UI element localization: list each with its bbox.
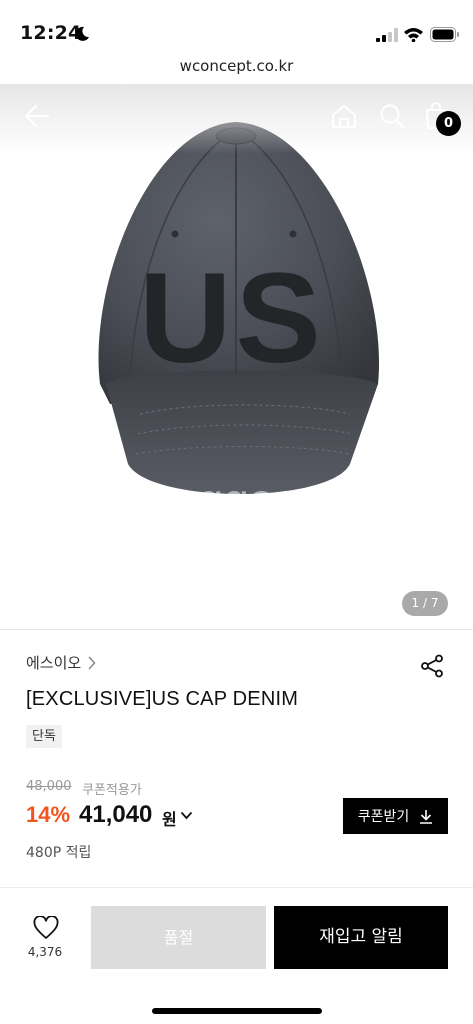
url-text: wconcept.co.kr [179,57,294,75]
soldout-button[interactable]: 품절 [91,906,266,969]
product-image[interactable]: US onggoon [0,84,473,630]
download-coupon-button[interactable]: 쿠폰받기 [343,798,448,834]
status-time: 12:24 [20,22,82,44]
exclusive-tag: 단독 [26,725,62,748]
wishlist-count: 4,376 [27,945,63,959]
original-price: 48,000 [26,779,72,794]
chevron-down-icon[interactable] [180,811,193,820]
image-page-indicator: 1 / 7 [402,591,448,616]
home-indicator [152,1008,322,1014]
discount-rate: 14% [26,802,71,827]
reward-points: 480P 적립 [26,845,92,861]
sale-price: 41,040 [79,801,153,828]
coupon-button-label: 쿠폰받기 [357,809,410,825]
signal-icon [376,28,398,42]
product-image-carousel[interactable]: US onggoon 0 1 / 7 [0,84,473,630]
cap-embroidery-text: US [139,247,325,390]
search-icon[interactable] [379,103,405,129]
brand-name: 에스이오 [26,654,82,672]
currency-unit: 원 [162,810,177,829]
url-bar[interactable]: wconcept.co.kr [0,52,473,84]
home-icon[interactable] [330,103,358,129]
chevron-right-icon [88,655,96,670]
wishlist-button[interactable] [28,915,64,944]
share-icon[interactable] [420,654,444,678]
divider [0,629,473,630]
wifi-icon [404,28,423,42]
cart-count-badge[interactable]: 0 [436,111,461,136]
heart-icon [33,915,59,939]
product-title: [EXCLUSIVE]US CAP DENIM [26,688,299,710]
brand-link[interactable]: 에스이오 [26,652,96,673]
divider [0,887,473,888]
coupon-price-label: 쿠폰적용가 [82,783,142,798]
status-bar: 12:24 [0,0,473,52]
back-arrow-icon[interactable] [24,103,50,129]
svg-text:onggoon: onggoon [146,474,325,526]
restock-alert-button[interactable]: 재입고 알림 [274,906,448,969]
moon-icon [75,26,89,41]
battery-icon [430,27,459,42]
download-icon [420,809,433,824]
